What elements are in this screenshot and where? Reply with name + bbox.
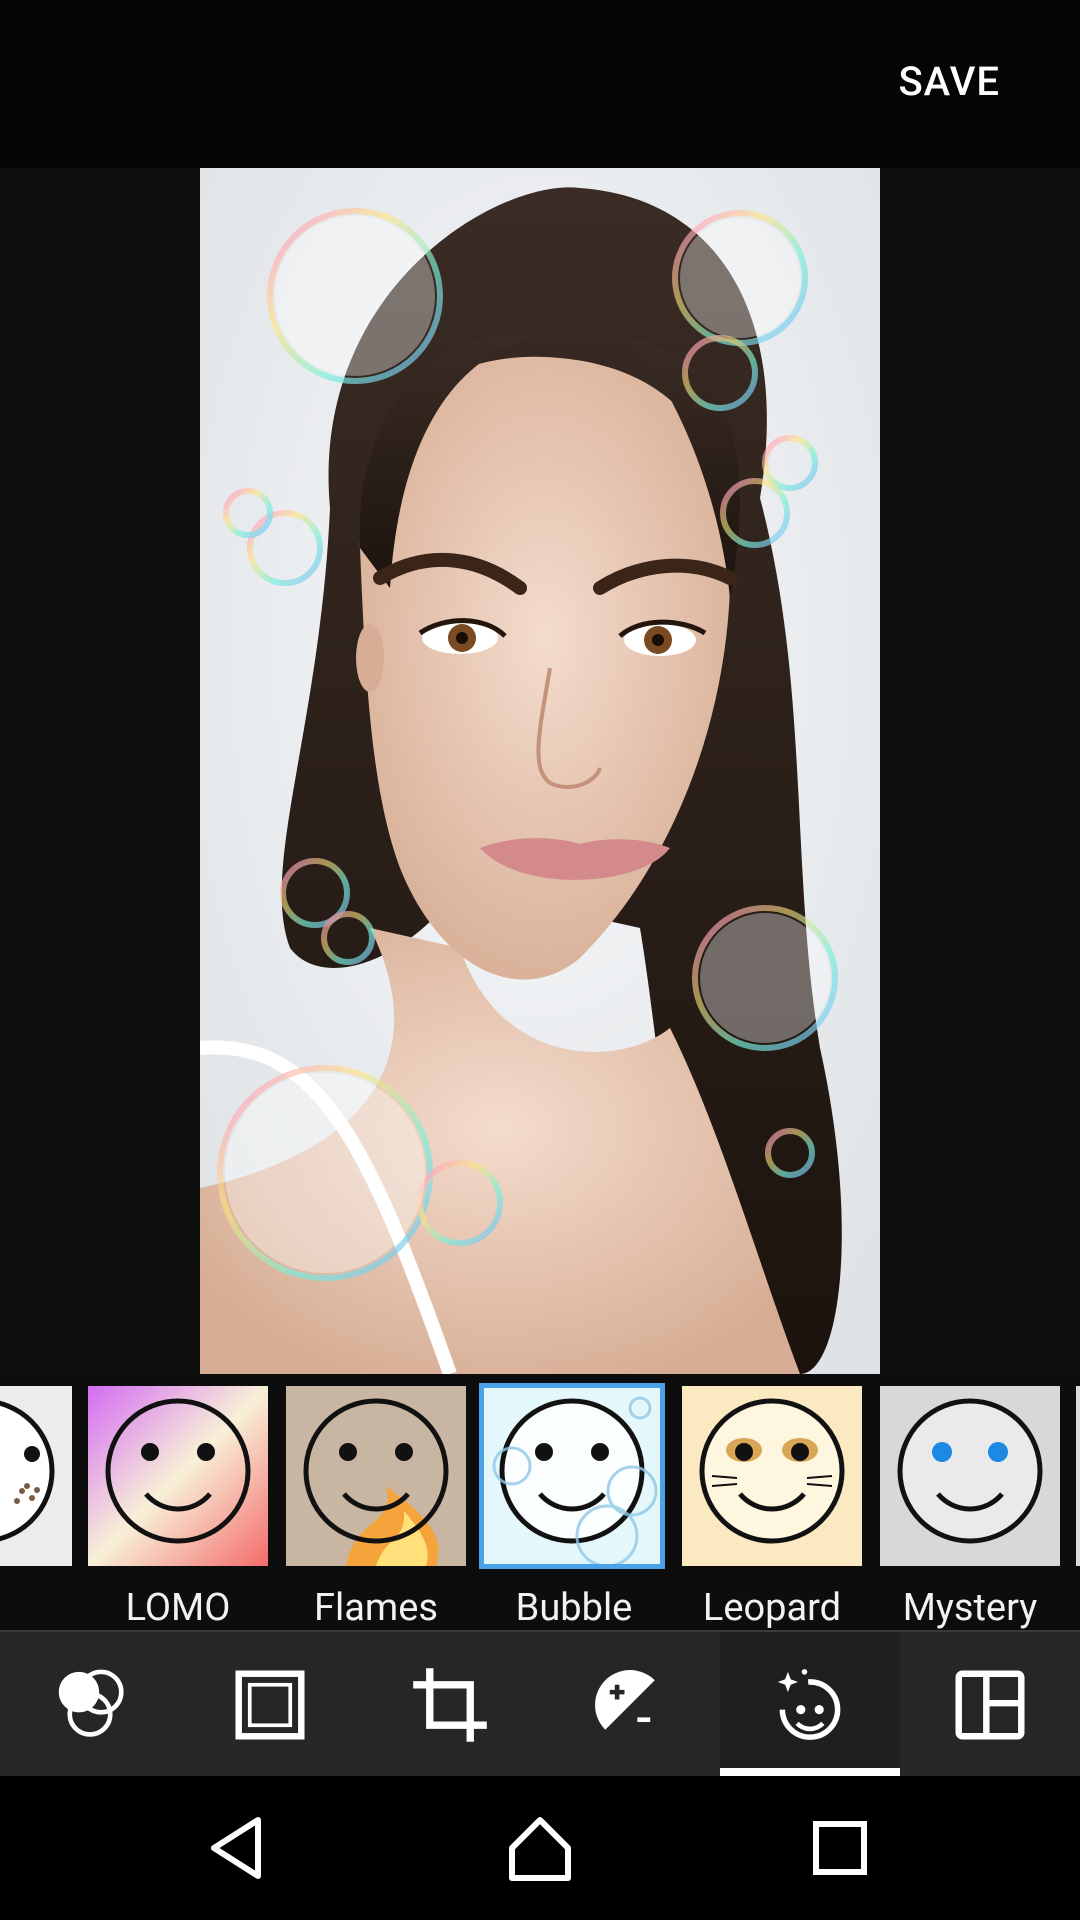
collage-layout-icon — [955, 1670, 1025, 1740]
mystery-face-icon — [880, 1386, 1060, 1566]
effect-thumb-mystery[interactable] — [880, 1386, 1060, 1566]
tool-adjust[interactable] — [540, 1632, 720, 1778]
effect-label-bubble: Bubble — [515, 1586, 633, 1630]
photo-preview[interactable] — [200, 168, 880, 1374]
tool-frames[interactable] — [180, 1632, 360, 1778]
editor-canvas — [0, 168, 1080, 1503]
effect-thumb-freckles[interactable] — [0, 1386, 72, 1566]
nav-back-button[interactable] — [160, 1776, 320, 1920]
effect-thumb-leopard[interactable] — [682, 1386, 862, 1566]
tool-filters[interactable] — [0, 1632, 180, 1778]
frame-icon — [235, 1670, 305, 1740]
effects-strip[interactable]: kles LOMO Flames — [0, 1374, 1080, 1630]
effect-thumb-flames[interactable] — [286, 1386, 466, 1566]
effect-thumb-next[interactable] — [1076, 1386, 1080, 1566]
home-icon — [509, 1817, 571, 1881]
system-navigation-bar — [0, 1776, 1080, 1920]
face-sparkle-icon — [777, 1669, 841, 1740]
tool-effects[interactable] — [720, 1632, 900, 1778]
effect-label-leopard: Leopard — [702, 1586, 842, 1630]
back-icon — [211, 1817, 261, 1879]
effect-label-flames: Flames — [313, 1586, 438, 1630]
exposure-icon — [595, 1670, 667, 1742]
effect-thumb-bubble[interactable] — [479, 1383, 665, 1569]
leopard-face-icon — [682, 1386, 862, 1566]
lomo-face-icon — [88, 1386, 268, 1566]
effect-label-freckles: kles — [0, 1586, 42, 1630]
top-bar: SAVE — [0, 0, 1080, 168]
effect-label-lomo: LOMO — [125, 1586, 231, 1630]
tool-collage[interactable] — [900, 1632, 1080, 1778]
portrait-image — [200, 168, 880, 1374]
crop-icon — [413, 1668, 487, 1742]
bottom-toolbar — [0, 1630, 1080, 1778]
bubble-face-icon — [482, 1386, 662, 1566]
freckles-face-icon — [0, 1386, 72, 1566]
tool-crop[interactable] — [360, 1632, 540, 1778]
overlapping-circles-icon — [58, 1669, 124, 1737]
nav-recents-button[interactable] — [760, 1776, 920, 1920]
flames-face-icon — [286, 1386, 466, 1566]
save-button[interactable]: SAVE — [898, 58, 1000, 105]
effect-label-mystery: Mystery — [902, 1586, 1038, 1630]
recents-icon — [813, 1821, 867, 1875]
nav-home-button[interactable] — [460, 1776, 620, 1920]
effect-thumb-lomo[interactable] — [88, 1386, 268, 1566]
